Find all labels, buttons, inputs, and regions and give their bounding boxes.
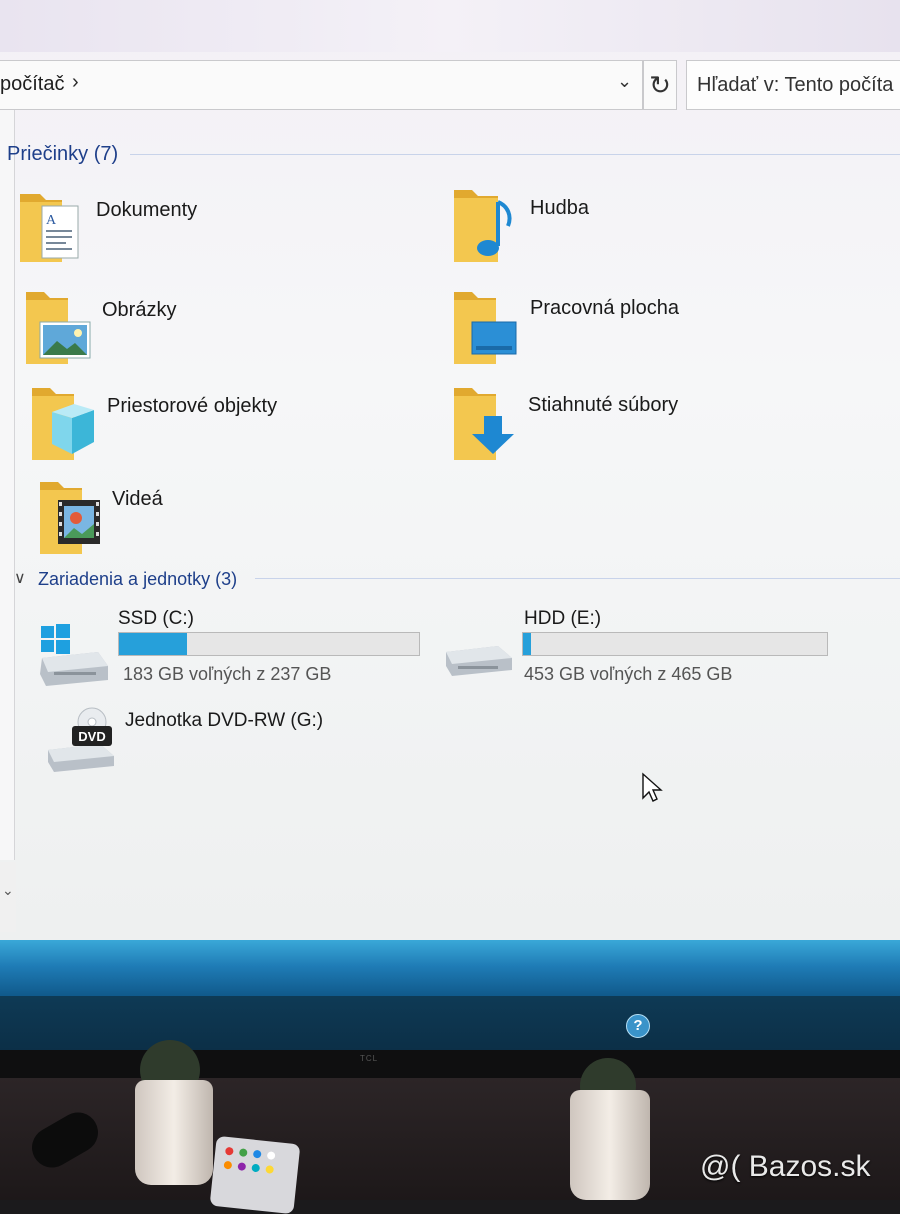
plant-pot-right — [570, 1090, 650, 1200]
devices-group-header[interactable]: Zariadenia a jednotky (3) — [38, 569, 237, 590]
drive-free-space: 453 GB voľných z 465 GB — [524, 664, 733, 684]
address-bar[interactable]: počítač › ⌄ — [0, 60, 643, 110]
folder-label: Hudba — [530, 197, 589, 219]
videos-folder-icon — [40, 482, 100, 554]
taskbar-glow — [0, 940, 900, 998]
folder-3d-objects[interactable]: Priestorové objekty — [30, 386, 410, 466]
music-folder-icon — [454, 190, 512, 262]
window-top-strip — [0, 0, 900, 52]
folder-documents[interactable]: A Dokumenty — [16, 188, 396, 268]
pictures-folder-icon — [26, 292, 91, 364]
drive-name: Jednotka DVD-RW (G:) — [125, 710, 324, 731]
drive-usage-fill — [119, 633, 188, 655]
help-icon[interactable]: ? — [626, 1014, 650, 1038]
drive-free-space: 183 GB voľných z 237 GB — [123, 664, 332, 684]
folder-label: Videá — [112, 488, 163, 510]
dvd-drive-icon: DVD — [48, 707, 114, 772]
address-dropdown-icon[interactable]: ⌄ — [617, 71, 632, 92]
search-placeholder: Hľadať v: Tento počíta — [697, 74, 894, 96]
drive-name: HDD (E:) — [524, 608, 602, 629]
folder-desktop[interactable]: Pracovná plocha — [452, 288, 832, 368]
drive-usage-bar — [118, 632, 420, 656]
folders-group-header[interactable]: Priečinky (7) — [7, 143, 118, 166]
collapse-chevron-icon[interactable]: ∨ — [14, 568, 26, 588]
documents-folder-icon: A — [20, 194, 79, 262]
drive-name: SSD (C:) — [118, 608, 194, 629]
search-input[interactable]: Hľadať v: Tento počíta — [686, 60, 900, 110]
downloads-folder-icon — [454, 388, 514, 460]
led-remote — [209, 1135, 301, 1214]
group-divider — [130, 154, 900, 155]
drive-usage-fill — [523, 633, 531, 655]
mouse-cursor-icon — [642, 772, 663, 802]
folder-label: Pracovná plocha — [530, 297, 679, 319]
drive-dvd-g[interactable]: DVD Jednotka DVD-RW (G:) — [46, 704, 446, 774]
folder-downloads[interactable]: Stiahnuté súbory — [452, 386, 832, 466]
3d-objects-folder-icon — [32, 388, 94, 460]
drive-hdd-e[interactable]: HDD (E:) 453 GB voľných z 465 GB — [444, 608, 844, 688]
svg-text:DVD: DVD — [78, 729, 105, 744]
folder-pictures[interactable]: Obrázky — [22, 288, 402, 368]
taskbar — [0, 996, 900, 1050]
desktop-folder-icon — [454, 292, 517, 364]
drive-ssd-c[interactable]: SSD (C:) 183 GB voľných z 237 GB — [38, 608, 438, 688]
monitor-brand-logo: TCL — [360, 1054, 379, 1063]
folder-label: Dokumenty — [96, 199, 198, 221]
breadcrumb-chevron-icon[interactable]: › — [72, 71, 79, 94]
group-divider — [255, 578, 900, 579]
refresh-button[interactable]: ↻ — [643, 60, 677, 110]
svg-text:A: A — [46, 213, 57, 228]
monitor-bezel — [0, 1050, 900, 1078]
folder-label: Obrázky — [102, 299, 177, 321]
drive-usage-bar — [522, 632, 828, 656]
nav-scrollbar[interactable]: ⌄ — [0, 862, 16, 932]
folder-music[interactable]: Hudba — [452, 186, 832, 266]
folder-label: Priestorové objekty — [107, 395, 278, 417]
watermark: @( Bazos.sk — [700, 1150, 871, 1183]
windows-drive-icon — [40, 624, 108, 686]
file-explorer-window: počítač › ⌄ ↻ Hľadať v: Tento počíta ⌄ P… — [0, 0, 900, 945]
hard-drive-icon — [446, 646, 512, 676]
folder-label: Stiahnuté súbory — [528, 394, 679, 416]
navigation-pane[interactable] — [0, 110, 15, 860]
folder-videos[interactable]: Videá — [38, 480, 418, 560]
address-path[interactable]: počítač — [0, 73, 64, 96]
scroll-down-icon[interactable]: ⌄ — [2, 882, 14, 899]
plant-pot-left — [135, 1080, 213, 1185]
